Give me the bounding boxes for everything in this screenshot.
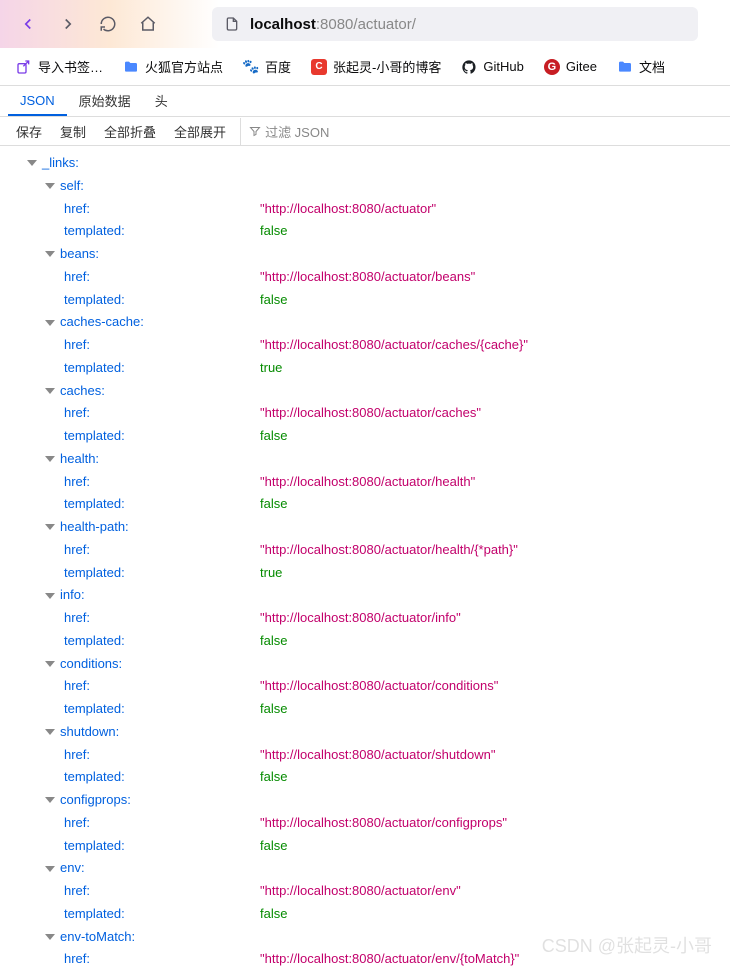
- json-prop[interactable]: templated:false: [8, 766, 722, 789]
- filter-input[interactable]: 过滤 JSON: [240, 118, 337, 145]
- bookmark-github[interactable]: GitHub: [453, 55, 531, 79]
- json-key[interactable]: env:: [8, 857, 722, 880]
- json-prop[interactable]: href:"http://localhost:8080/actuator/con…: [8, 812, 722, 835]
- json-viewer: _links:self:href:"http://localhost:8080/…: [0, 146, 730, 977]
- json-prop[interactable]: href:"http://localhost:8080/actuator/cac…: [8, 334, 722, 357]
- json-prop[interactable]: templated:false: [8, 493, 722, 516]
- forward-button[interactable]: [52, 8, 84, 40]
- url-text: localhost:8080/actuator/: [250, 16, 416, 33]
- page-icon: [224, 16, 240, 32]
- json-prop[interactable]: href:"http://localhost:8080/actuator/hea…: [8, 471, 722, 494]
- bookmark-blog[interactable]: C 张起灵-小哥的博客: [303, 53, 449, 80]
- reload-button[interactable]: [92, 8, 124, 40]
- bookmarks-bar: 导入书签… 火狐官方站点 🐾 百度 C 张起灵-小哥的博客 GitHub G G…: [0, 48, 730, 86]
- json-prop[interactable]: href:"http://localhost:8080/actuator/cac…: [8, 402, 722, 425]
- collapse-all-button[interactable]: 全部折叠: [96, 118, 164, 145]
- gitee-icon: G: [544, 59, 560, 75]
- json-key[interactable]: configprops:: [8, 789, 722, 812]
- json-prop[interactable]: templated:false: [8, 630, 722, 653]
- json-key[interactable]: self:: [8, 175, 722, 198]
- folder-icon: [123, 59, 139, 75]
- folder-icon: [617, 59, 633, 75]
- json-prop[interactable]: href:"http://localhost:8080/actuator": [8, 198, 722, 221]
- json-prop[interactable]: templated:true: [8, 562, 722, 585]
- tab-headers[interactable]: 头: [143, 85, 180, 116]
- bookmark-gitee[interactable]: G Gitee: [536, 55, 605, 79]
- json-prop[interactable]: href:"http://localhost:8080/actuator/shu…: [8, 744, 722, 767]
- github-icon: [461, 59, 477, 75]
- bookmark-docs[interactable]: 文档: [609, 53, 673, 80]
- json-key[interactable]: env-toMatch:: [8, 926, 722, 949]
- import-icon: [16, 59, 32, 75]
- json-prop[interactable]: templated:false: [8, 289, 722, 312]
- csdn-icon: C: [311, 59, 327, 75]
- expand-all-button[interactable]: 全部展开: [166, 118, 234, 145]
- filter-icon: [249, 125, 261, 137]
- save-button[interactable]: 保存: [8, 118, 50, 145]
- json-actions: 保存 复制 全部折叠 全部展开 过滤 JSON: [0, 116, 730, 146]
- json-key[interactable]: info:: [8, 584, 722, 607]
- nav-toolbar: localhost:8080/actuator/: [0, 0, 730, 48]
- import-bookmarks[interactable]: 导入书签…: [8, 53, 111, 80]
- json-prop[interactable]: templated:false: [8, 220, 722, 243]
- json-prop[interactable]: templated:false: [8, 835, 722, 858]
- json-prop[interactable]: templated:true: [8, 357, 722, 380]
- json-key[interactable]: caches:: [8, 380, 722, 403]
- viewer-tabs: JSON 原始数据 头: [0, 86, 730, 116]
- json-prop[interactable]: href:"http://localhost:8080/actuator/hea…: [8, 539, 722, 562]
- json-prop[interactable]: templated:false: [8, 425, 722, 448]
- json-prop[interactable]: href:"http://localhost:8080/actuator/bea…: [8, 266, 722, 289]
- json-key[interactable]: health-path:: [8, 516, 722, 539]
- json-key[interactable]: _links:: [8, 152, 722, 175]
- tab-raw[interactable]: 原始数据: [67, 85, 143, 116]
- json-key[interactable]: beans:: [8, 243, 722, 266]
- url-bar[interactable]: localhost:8080/actuator/: [212, 7, 698, 41]
- json-prop[interactable]: templated:false: [8, 903, 722, 926]
- json-key[interactable]: shutdown:: [8, 721, 722, 744]
- json-key[interactable]: health:: [8, 448, 722, 471]
- json-prop[interactable]: templated:false: [8, 698, 722, 721]
- json-prop[interactable]: href:"http://localhost:8080/actuator/env…: [8, 880, 722, 903]
- bookmark-firefox[interactable]: 火狐官方站点: [115, 53, 231, 80]
- json-prop[interactable]: href:"http://localhost:8080/actuator/inf…: [8, 607, 722, 630]
- copy-button[interactable]: 复制: [52, 118, 94, 145]
- bookmark-baidu[interactable]: 🐾 百度: [235, 53, 299, 80]
- json-key[interactable]: caches-cache:: [8, 311, 722, 334]
- tab-json[interactable]: JSON: [8, 87, 67, 116]
- back-button[interactable]: [12, 8, 44, 40]
- json-key[interactable]: conditions:: [8, 653, 722, 676]
- json-prop[interactable]: href:"http://localhost:8080/actuator/con…: [8, 675, 722, 698]
- home-button[interactable]: [132, 8, 164, 40]
- baidu-icon: 🐾: [243, 59, 259, 75]
